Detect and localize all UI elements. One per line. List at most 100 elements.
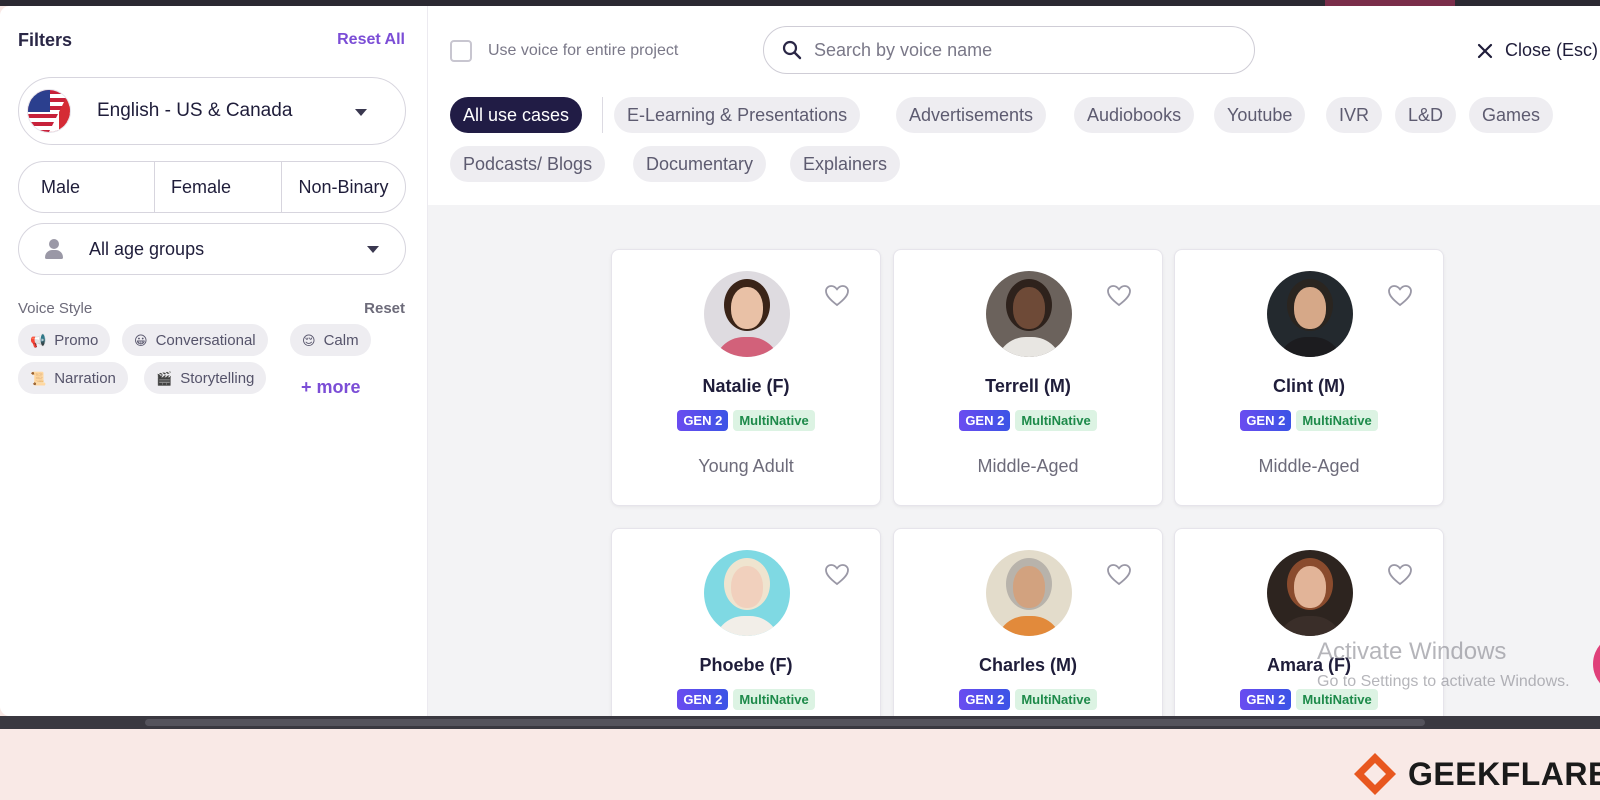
use-case-chip-documentary[interactable]: Documentary (633, 146, 767, 182)
gender-toggle-group: Male Female Non-Binary (18, 161, 406, 213)
use-case-chip-youtube[interactable]: Youtube (1214, 97, 1306, 133)
voice-age: Young Adult (698, 456, 794, 476)
voice-age: Middle-Aged (977, 456, 1079, 476)
age-group-select[interactable]: All age groups (18, 223, 406, 275)
voice-search-input[interactable] (814, 39, 1234, 61)
voice-name: Charles (M) (978, 655, 1077, 675)
voice-avatar[interactable] (1267, 550, 1353, 636)
chip-label: Narration (54, 369, 116, 387)
use-case-chip-advertisements[interactable]: Advertisements (896, 97, 1047, 133)
megaphone-icon: 📢 (30, 332, 47, 348)
voice-avatar[interactable] (704, 271, 790, 357)
activate-windows-subtext: Go to Settings to activate Windows. (1317, 673, 1570, 690)
avatar-face (1294, 566, 1326, 608)
avatar-face (1013, 566, 1045, 608)
voice-badges: GEN 2 MultiNative (1175, 689, 1443, 710)
voice-avatar[interactable] (986, 550, 1072, 636)
voice-badges: GEN 2 MultiNative (612, 410, 880, 431)
voice-name: Natalie (F) (702, 376, 790, 396)
gen-badge: GEN 2 (1240, 410, 1292, 431)
voice-style-chip-conversational[interactable]: 😀 Conversational (122, 324, 268, 356)
voices-toolbar: Use voice for entire project Close (Esc)… (428, 6, 1600, 205)
scrollbar-thumb[interactable] (145, 719, 1425, 726)
voice-style-chip-promo[interactable]: 📢 Promo (18, 324, 111, 356)
use-case-chip-audiobooks[interactable]: Audiobooks (1074, 97, 1195, 133)
favorite-heart-icon[interactable] (1106, 563, 1132, 587)
voice-style-reset-button[interactable]: Reset (364, 300, 405, 317)
avatar-face (731, 287, 763, 329)
chip-label: Calm (323, 331, 359, 349)
geekflare-logo-icon (1354, 753, 1396, 795)
chevron-down-icon (355, 109, 367, 116)
voice-age: Middle-Aged (1258, 456, 1360, 476)
voice-card[interactable]: Terrell (M) GEN 2 MultiNative Middle-Age… (893, 249, 1163, 506)
multinative-badge: MultiNative (1015, 689, 1097, 710)
avatar-face (731, 566, 763, 608)
avatar-face (1013, 287, 1045, 329)
voice-name: Terrell (M) (985, 376, 1071, 396)
use-case-divider (602, 97, 603, 133)
use-voice-entire-project-checkbox[interactable] (450, 40, 472, 62)
gen-badge: GEN 2 (959, 689, 1011, 710)
voice-style-chip-narration[interactable]: 📜 Narration (18, 362, 128, 394)
voice-avatar[interactable] (1267, 271, 1353, 357)
close-button[interactable]: Close (Esc) (1477, 40, 1600, 61)
relieved-emoji-icon: 😌 (302, 332, 316, 348)
voice-avatar[interactable] (704, 550, 790, 636)
use-voice-entire-project-label: Use voice for entire project (488, 42, 679, 59)
use-case-chip-elearning[interactable]: E-Learning & Presentations (614, 97, 861, 133)
chip-label: Promo (54, 331, 99, 349)
gender-non-binary-button[interactable]: Non-Binary (282, 162, 405, 212)
multinative-badge: MultiNative (1296, 410, 1378, 431)
favorite-heart-icon[interactable] (1387, 563, 1413, 587)
voice-badges: GEN 2 MultiNative (894, 689, 1162, 710)
gen-badge: GEN 2 (1240, 689, 1292, 710)
close-icon (1477, 43, 1493, 58)
reset-all-button[interactable]: Reset All (337, 31, 405, 49)
use-case-chip-games[interactable]: Games (1469, 97, 1554, 133)
language-select[interactable]: English - US & Canada (18, 77, 406, 145)
voice-style-chip-calm[interactable]: 😌 Calm (290, 324, 371, 356)
search-icon (782, 40, 802, 60)
voice-avatar[interactable] (986, 271, 1072, 357)
voice-card[interactable]: Phoebe (F) GEN 2 MultiNative (611, 528, 881, 716)
age-group-label: All age groups (89, 238, 205, 259)
close-label: Close (Esc) (1504, 40, 1598, 60)
language-label: English - US & Canada (97, 100, 293, 121)
use-case-chip-all[interactable]: All use cases (450, 97, 583, 133)
geekflare-wordmark: GEEKFLARE (1408, 755, 1600, 792)
favorite-heart-icon[interactable] (824, 284, 850, 308)
background-scrollbar[interactable] (0, 716, 1600, 729)
voice-name: Phoebe (F) (699, 655, 793, 675)
voice-picker-modal: Filters Reset All English - US & Canada … (0, 6, 1600, 716)
chevron-down-icon (367, 246, 379, 253)
voice-style-more-link[interactable]: + more (301, 377, 361, 398)
use-case-chip-ivr[interactable]: IVR (1326, 97, 1383, 133)
voice-name: Clint (M) (1273, 376, 1345, 396)
gender-male-button[interactable]: Male (19, 162, 155, 212)
voice-card[interactable]: Clint (M) GEN 2 MultiNative Middle-Aged (1174, 249, 1444, 506)
gen-badge: GEN 2 (677, 410, 729, 431)
use-case-chip-ld[interactable]: L&D (1395, 97, 1457, 133)
voice-style-title: Voice Style (18, 300, 93, 317)
clapper-board-icon: 🎬 (156, 370, 173, 386)
us-canada-flag-icon (27, 89, 71, 133)
multinative-badge: MultiNative (1015, 410, 1097, 431)
voice-card[interactable]: Natalie (F) GEN 2 MultiNative Young Adul… (611, 249, 881, 506)
voice-badges: GEN 2 MultiNative (1175, 410, 1443, 431)
avatar-face (1294, 287, 1326, 329)
voice-search-box (763, 26, 1255, 74)
favorite-heart-icon[interactable] (824, 563, 850, 587)
gen-badge: GEN 2 (677, 689, 729, 710)
gen-badge: GEN 2 (959, 410, 1011, 431)
favorite-heart-icon[interactable] (1387, 284, 1413, 308)
voice-style-chip-storytelling[interactable]: 🎬 Storytelling (144, 362, 267, 394)
use-case-chip-explainers[interactable]: Explainers (790, 146, 901, 182)
voice-card[interactable]: Charles (M) GEN 2 MultiNative (893, 528, 1163, 716)
gender-female-button[interactable]: Female (155, 162, 282, 212)
voices-main-area: Use voice for entire project Close (Esc)… (428, 6, 1600, 716)
voice-badges: GEN 2 MultiNative (612, 689, 880, 710)
favorite-heart-icon[interactable] (1106, 284, 1132, 308)
scroll-icon: 📜 (30, 370, 47, 386)
use-case-chip-podcasts[interactable]: Podcasts/ Blogs (450, 146, 606, 182)
